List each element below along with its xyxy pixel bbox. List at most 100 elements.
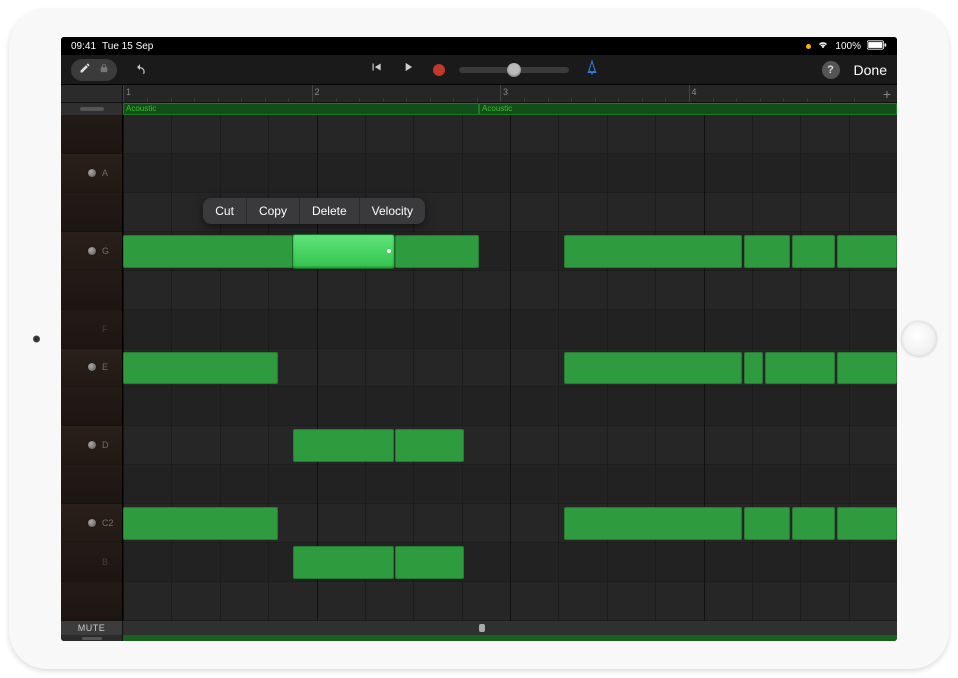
device-camera bbox=[33, 336, 40, 343]
bar-marker: 2 bbox=[312, 85, 501, 102]
string-dot-icon bbox=[88, 441, 96, 449]
midi-note[interactable] bbox=[744, 235, 790, 268]
lock-icon bbox=[99, 61, 109, 79]
region-block[interactable]: Acoustic bbox=[123, 103, 479, 115]
bar-label: 1 bbox=[126, 87, 131, 97]
region-lane: AcousticAcoustic bbox=[61, 103, 897, 115]
context-velocity-button[interactable]: Velocity bbox=[360, 198, 425, 224]
pitch-label: B bbox=[102, 557, 116, 567]
pitch-label: E bbox=[102, 362, 116, 372]
pitch-key[interactable] bbox=[61, 271, 122, 310]
midi-note[interactable] bbox=[837, 235, 897, 268]
pitch-key[interactable]: C2 bbox=[61, 504, 122, 543]
midi-note[interactable] bbox=[744, 507, 790, 540]
pitch-keys-column: A G F E D C2 B bbox=[61, 115, 123, 621]
midi-note[interactable] bbox=[123, 352, 278, 385]
region-gutter[interactable] bbox=[61, 103, 123, 115]
bottom-panel: MUTE bbox=[61, 621, 897, 641]
ipad-device-frame: 09:41 Tue 15 Sep 100% bbox=[9, 9, 949, 669]
add-track-button[interactable]: + bbox=[877, 85, 897, 102]
pitch-key[interactable] bbox=[61, 115, 122, 154]
midi-note[interactable] bbox=[792, 507, 835, 540]
pitch-label: A bbox=[102, 168, 116, 178]
pitch-key[interactable] bbox=[61, 465, 122, 504]
pitch-key[interactable] bbox=[61, 387, 122, 426]
bar-label: 2 bbox=[315, 87, 320, 97]
ruler-gutter bbox=[61, 85, 123, 102]
done-button[interactable]: Done bbox=[854, 62, 887, 78]
pitch-key[interactable]: E bbox=[61, 349, 122, 388]
midi-note[interactable] bbox=[293, 546, 394, 579]
pitch-key[interactable]: F bbox=[61, 310, 122, 349]
battery-label: 100% bbox=[835, 41, 861, 52]
midi-note[interactable] bbox=[564, 235, 742, 268]
bar-marker: 1 bbox=[123, 85, 312, 102]
context-cut-button[interactable]: Cut bbox=[203, 198, 247, 224]
timeline-ruler[interactable]: 1 2 3 4 + bbox=[61, 85, 897, 103]
bar-label: 4 bbox=[692, 87, 697, 97]
record-button[interactable] bbox=[433, 64, 445, 76]
midi-note[interactable] bbox=[837, 352, 897, 385]
pitch-label: C2 bbox=[102, 518, 116, 528]
pitch-key[interactable]: G bbox=[61, 232, 122, 271]
pitch-key[interactable]: D bbox=[61, 426, 122, 465]
pitch-key[interactable]: A bbox=[61, 154, 122, 193]
pitch-key[interactable]: B bbox=[61, 543, 122, 582]
string-dot-icon bbox=[88, 247, 96, 255]
horizontal-scrollbar[interactable] bbox=[123, 621, 897, 635]
note-context-menu: CutCopyDeleteVelocity bbox=[203, 198, 425, 224]
mute-button[interactable]: MUTE bbox=[61, 621, 123, 635]
string-dot-icon bbox=[88, 519, 96, 527]
wifi-icon bbox=[817, 41, 829, 52]
midi-note[interactable] bbox=[395, 546, 463, 579]
help-button[interactable]: ? bbox=[822, 61, 840, 79]
regions-track[interactable]: AcousticAcoustic bbox=[123, 103, 897, 115]
app-screen: 09:41 Tue 15 Sep 100% bbox=[61, 37, 897, 641]
bar-marker: 3 bbox=[500, 85, 689, 102]
slider-knob[interactable] bbox=[507, 63, 521, 77]
drag-handle-icon bbox=[80, 107, 104, 111]
home-button[interactable] bbox=[901, 321, 937, 357]
drag-handle-icon bbox=[82, 637, 102, 640]
midi-note-selected[interactable] bbox=[293, 235, 394, 268]
piano-roll: A G F E D C2 B CutCopyDeleteVelocity bbox=[61, 115, 897, 621]
midi-note[interactable] bbox=[123, 507, 278, 540]
midi-note[interactable] bbox=[564, 352, 742, 385]
context-copy-button[interactable]: Copy bbox=[247, 198, 300, 224]
note-grid[interactable]: CutCopyDeleteVelocity bbox=[123, 115, 897, 621]
midi-note[interactable] bbox=[792, 235, 835, 268]
bar-label: 3 bbox=[503, 87, 508, 97]
minimap-track[interactable] bbox=[123, 635, 897, 641]
undo-button[interactable] bbox=[131, 63, 149, 77]
status-bar: 09:41 Tue 15 Sep 100% bbox=[61, 37, 897, 55]
string-dot-icon bbox=[88, 169, 96, 177]
midi-note[interactable] bbox=[744, 352, 763, 385]
midi-note[interactable] bbox=[765, 352, 835, 385]
play-button[interactable] bbox=[401, 60, 415, 79]
midi-note[interactable] bbox=[837, 507, 897, 540]
bar-marker: 4 bbox=[689, 85, 878, 102]
location-dot-icon bbox=[806, 44, 811, 49]
pencil-icon bbox=[79, 61, 91, 79]
pitch-key[interactable] bbox=[61, 582, 122, 621]
midi-note[interactable] bbox=[395, 429, 463, 462]
string-dot-icon bbox=[88, 363, 96, 371]
master-volume-slider[interactable] bbox=[459, 67, 569, 73]
region-block[interactable]: Acoustic bbox=[479, 103, 897, 115]
pitch-key[interactable] bbox=[61, 193, 122, 232]
midi-note[interactable] bbox=[123, 235, 293, 268]
pitch-label: F bbox=[102, 324, 116, 334]
edit-mode-toggle[interactable] bbox=[71, 59, 117, 81]
transport-controls bbox=[369, 60, 445, 79]
context-delete-button[interactable]: Delete bbox=[300, 198, 360, 224]
ruler-track[interactable]: 1 2 3 4 bbox=[123, 85, 877, 102]
metronome-button[interactable] bbox=[583, 58, 601, 81]
battery-icon bbox=[867, 40, 887, 53]
midi-note[interactable] bbox=[564, 507, 742, 540]
midi-note[interactable] bbox=[293, 429, 394, 462]
toolbar: ? Done bbox=[61, 55, 897, 85]
midi-note[interactable] bbox=[395, 235, 479, 268]
scroll-thumb[interactable] bbox=[479, 624, 485, 632]
minimap-gutter[interactable] bbox=[61, 635, 123, 641]
go-to-start-button[interactable] bbox=[369, 60, 383, 79]
